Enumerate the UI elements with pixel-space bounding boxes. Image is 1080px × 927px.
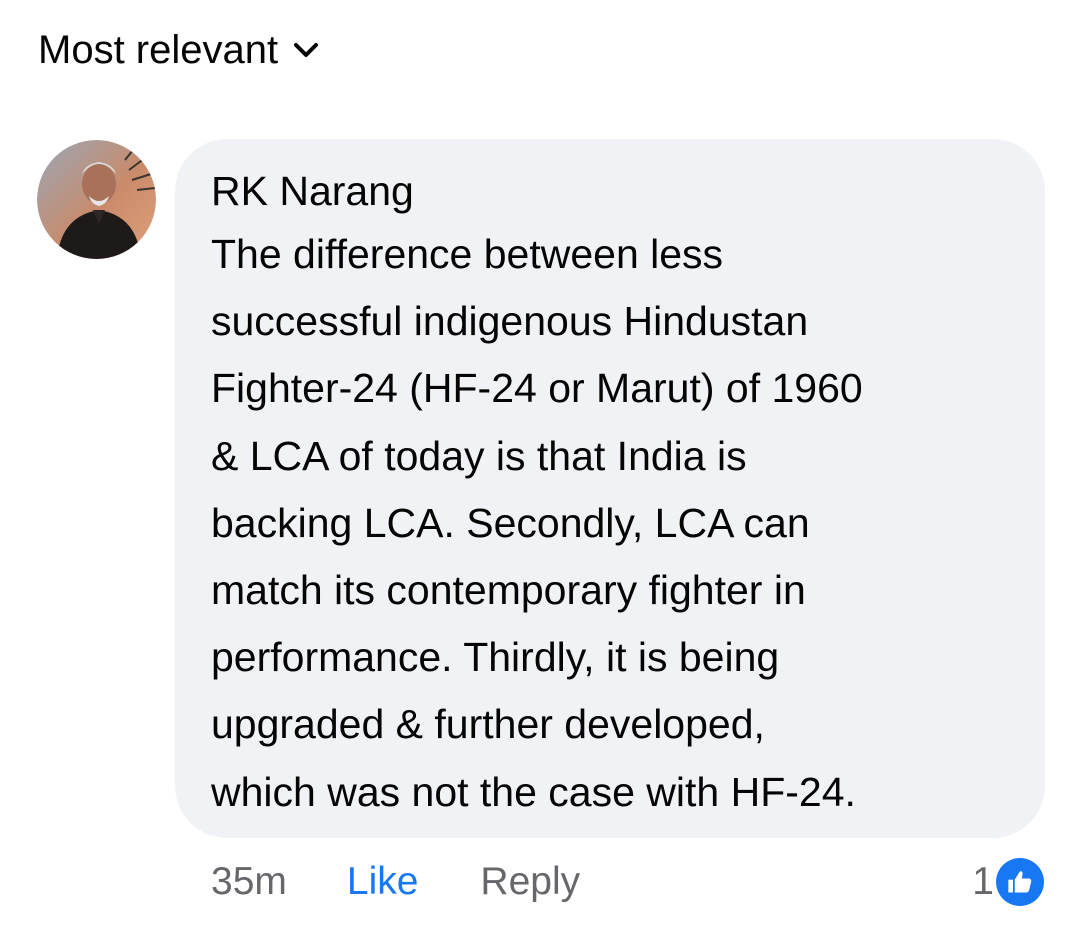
comment-actions: 35m Like Reply: [211, 852, 580, 912]
thumbs-up-icon: [996, 858, 1044, 906]
reply-button[interactable]: Reply: [480, 852, 580, 912]
comment-text: The difference between less successful i…: [211, 231, 863, 815]
comment-author[interactable]: RK Narang: [211, 163, 1015, 219]
reaction-summary[interactable]: 1: [972, 852, 1044, 912]
sort-dropdown[interactable]: Most relevant: [38, 24, 320, 76]
comment-bubble: RK Narang The difference between less su…: [175, 139, 1045, 838]
chevron-down-icon: [292, 40, 320, 60]
avatar[interactable]: [37, 140, 156, 259]
sort-label: Most relevant: [38, 28, 279, 72]
comment-timestamp[interactable]: 35m: [211, 852, 287, 912]
reaction-count: 1: [972, 860, 994, 903]
like-button[interactable]: Like: [347, 852, 419, 912]
